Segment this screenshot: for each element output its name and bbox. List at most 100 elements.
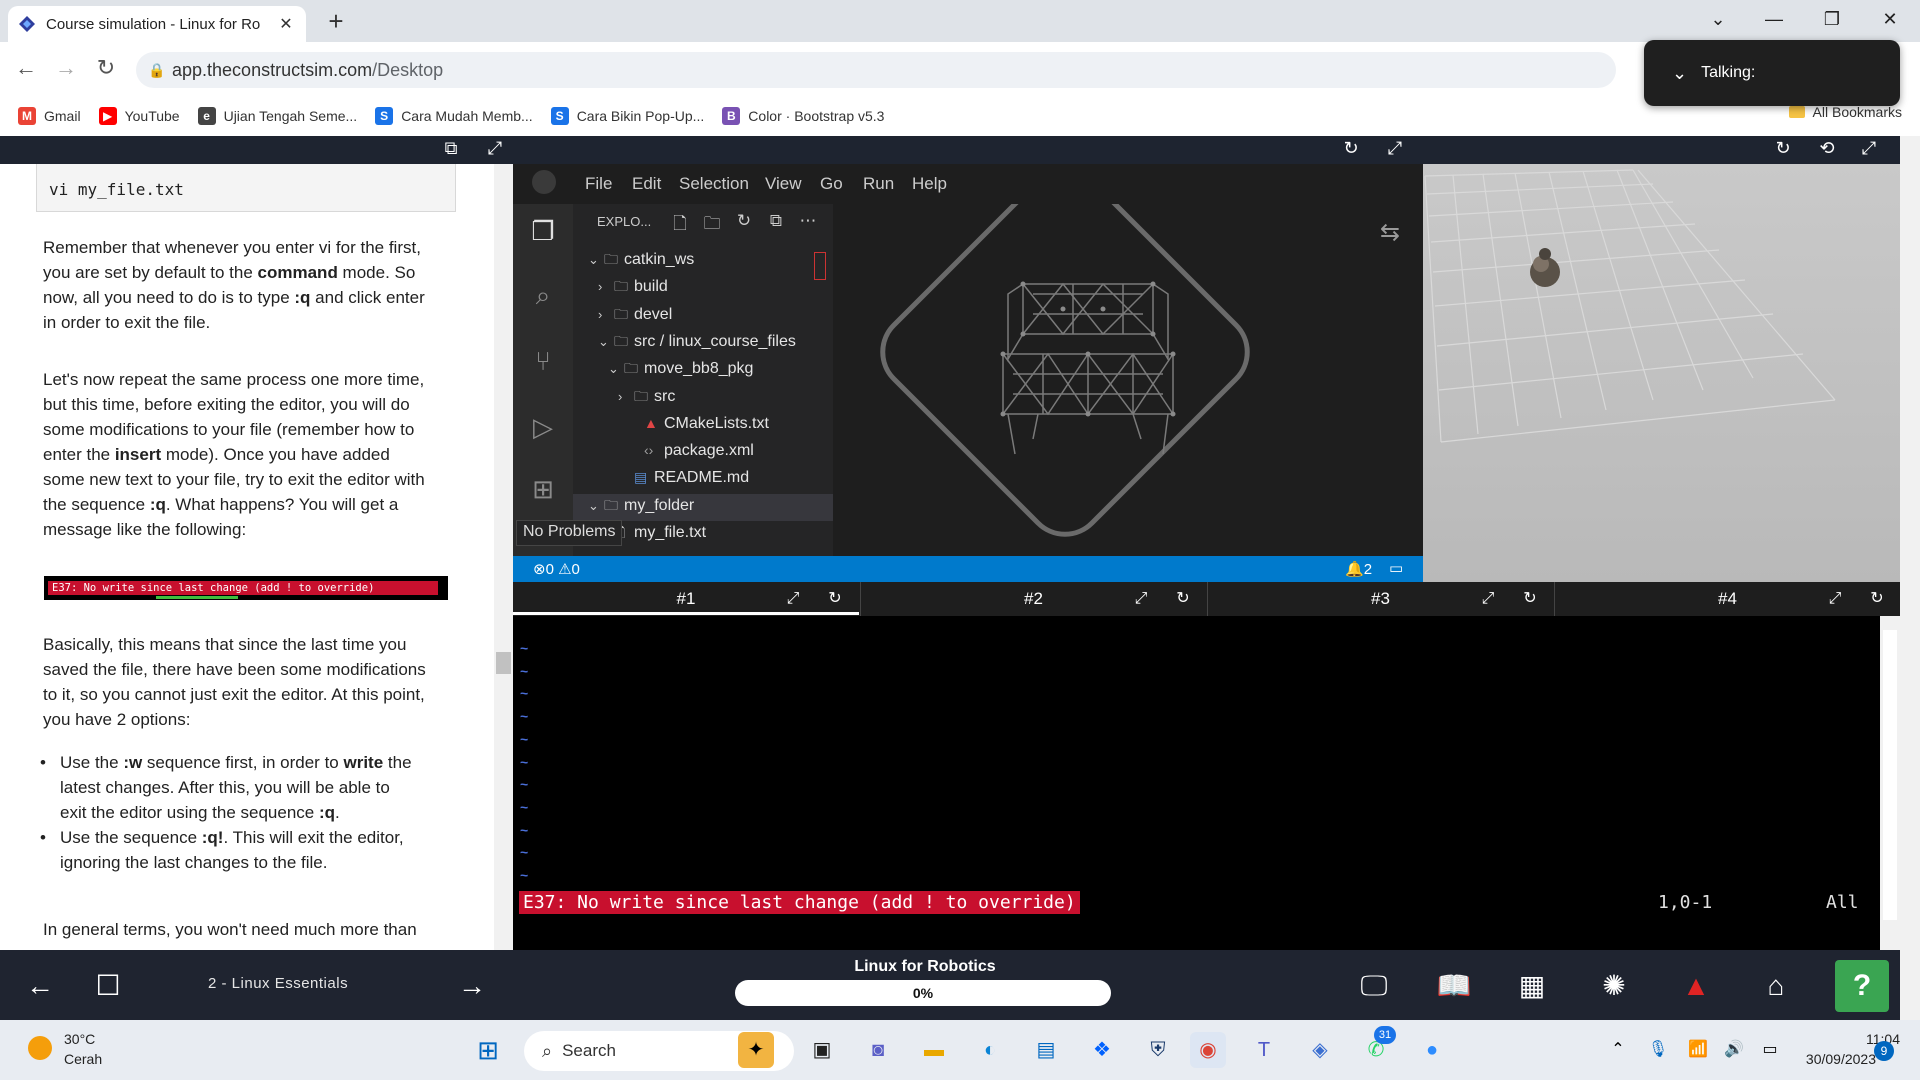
- expand-terminal-icon[interactable]: ⤢: [781, 582, 805, 616]
- notifications-status[interactable]: 🔔2: [1345, 560, 1372, 578]
- windows-start-icon[interactable]: ⊞: [470, 1032, 506, 1068]
- edge-icon[interactable]: ◐: [972, 1032, 1008, 1068]
- collapse-all-icon[interactable]: ⧉: [764, 211, 788, 231]
- help-button[interactable]: ?: [1835, 960, 1889, 1012]
- task-view-icon[interactable]: ▣: [804, 1032, 840, 1068]
- expand-icon[interactable]: ⤢: [482, 138, 508, 159]
- tree-item[interactable]: › 🗀 devel: [598, 301, 672, 328]
- search-icon[interactable]: ⌕: [524, 280, 562, 312]
- notification-badge[interactable]: 9: [1874, 1041, 1894, 1061]
- expand-terminal-icon[interactable]: ⤢: [1129, 582, 1153, 616]
- menu-view[interactable]: View: [765, 174, 802, 194]
- new-file-icon[interactable]: 🗋: [668, 211, 692, 240]
- tree-item[interactable]: › 🗀 src: [618, 383, 675, 410]
- teams-icon[interactable]: T: [1246, 1032, 1282, 1068]
- bookmark-item[interactable]: S Cara Mudah Memb...: [375, 107, 533, 125]
- tree-item[interactable]: ⌄ 🗀 my_folder: [588, 492, 694, 519]
- new-folder-icon[interactable]: 🗀: [700, 211, 724, 240]
- chrome-icon[interactable]: ◉: [1190, 1032, 1226, 1068]
- notebook-toggle-icon[interactable]: ☐: [88, 966, 128, 1006]
- forward-arrow-icon[interactable]: →: [48, 50, 84, 86]
- terminal-scrollbar[interactable]: [1880, 616, 1900, 950]
- menu-file[interactable]: File: [585, 174, 612, 194]
- tree-item[interactable]: ▤ README.md: [618, 464, 749, 491]
- notebook-scrollbar[interactable]: [494, 164, 513, 950]
- expand-terminal-icon[interactable]: ⤢: [1823, 582, 1847, 616]
- terminal-tab-3[interactable]: #3 ⤢ ↻: [1207, 582, 1553, 616]
- bookmark-item[interactable]: B Color · Bootstrap v5.3: [722, 107, 884, 125]
- expand-ide-icon[interactable]: ⤢: [1382, 138, 1408, 159]
- desktop-icon[interactable]: 🖵: [1354, 966, 1394, 1006]
- panel-layout-icon[interactable]: ▭: [1389, 559, 1403, 577]
- weather-description[interactable]: Cerah: [64, 1051, 102, 1067]
- file-explorer-icon[interactable]: ▬: [916, 1032, 952, 1068]
- more-actions-icon[interactable]: ⋯: [796, 211, 820, 231]
- reload-terminal-icon[interactable]: ↻: [1865, 582, 1889, 616]
- bookmark-item[interactable]: ▶ YouTube: [98, 107, 180, 125]
- tools-grid-icon[interactable]: ▦: [1512, 966, 1552, 1006]
- expand-sim-icon[interactable]: ⤢: [1856, 138, 1882, 159]
- tree-item[interactable]: ⌄ 🗀 catkin_ws: [588, 246, 694, 273]
- reload-ide-icon[interactable]: ↻: [1338, 138, 1364, 159]
- close-tab-icon[interactable]: ✕: [276, 14, 296, 34]
- minimize-button[interactable]: —: [1746, 0, 1802, 40]
- menu-run[interactable]: Run: [863, 174, 894, 194]
- volume-icon[interactable]: 🔊: [1716, 1032, 1752, 1068]
- bookmark-item[interactable]: M Gmail: [18, 107, 81, 125]
- explorer-icon[interactable]: ❐: [524, 216, 562, 247]
- microphone-icon[interactable]: 🎙: [1640, 1032, 1676, 1068]
- tree-item[interactable]: ⌄ 🗀 move_bb8_pkg: [608, 355, 753, 382]
- vpn-icon[interactable]: ⛨: [1140, 1032, 1176, 1068]
- expand-terminal-icon[interactable]: ⤢: [1476, 582, 1500, 616]
- dropbox-icon[interactable]: ❖: [1084, 1032, 1120, 1068]
- gazebo-simulation-view[interactable]: [1423, 164, 1920, 582]
- tree-item[interactable]: ‹› package.xml: [628, 437, 754, 464]
- ai-assistant-icon[interactable]: ✺: [1594, 966, 1634, 1006]
- notebook-book-icon[interactable]: 📖: [1434, 966, 1474, 1006]
- back-arrow-icon[interactable]: ←: [8, 50, 44, 86]
- address-bar[interactable]: 🔒 app.theconstructsim.com/Desktop: [136, 52, 1616, 88]
- app-icon[interactable]: ◈: [1302, 1032, 1338, 1068]
- run-debug-icon[interactable]: ▷: [524, 412, 562, 443]
- weather-sun-icon[interactable]: [28, 1036, 52, 1060]
- weather-temperature[interactable]: 30°C: [64, 1031, 95, 1047]
- extensions-icon[interactable]: ⊞: [524, 474, 562, 505]
- menu-go[interactable]: Go: [820, 174, 843, 194]
- bookmark-item[interactable]: S Cara Bikin Pop-Up...: [550, 107, 704, 125]
- source-control-icon[interactable]: ⑂: [524, 346, 562, 377]
- clock-date[interactable]: 30/09/2023: [1780, 1051, 1876, 1067]
- bookmark-item[interactable]: e Ujian Tengah Seme...: [197, 107, 357, 125]
- reload-icon[interactable]: ↻: [88, 50, 124, 86]
- problems-status[interactable]: ⊗0 ⚠0: [533, 560, 580, 578]
- layout-toggle-icon[interactable]: ⇆: [1380, 218, 1400, 247]
- refresh-explorer-icon[interactable]: ↻: [732, 211, 756, 231]
- next-arrow-icon[interactable]: →: [452, 966, 492, 1006]
- browser-tab[interactable]: Course simulation - Linux for Ro ✕: [8, 6, 306, 42]
- reload-terminal-icon[interactable]: ↻: [1171, 582, 1195, 616]
- menu-selection[interactable]: Selection: [679, 174, 749, 194]
- home-icon[interactable]: ⌂: [1756, 966, 1796, 1006]
- wifi-icon[interactable]: 📶: [1680, 1032, 1716, 1068]
- restore-button[interactable]: ❐: [1804, 0, 1860, 40]
- tray-overflow-icon[interactable]: ⌃: [1600, 1032, 1636, 1068]
- chapter-title[interactable]: 2 - Linux Essentials: [208, 975, 348, 992]
- all-bookmarks-button[interactable]: All Bookmarks: [1788, 104, 1902, 120]
- reload-terminal-icon[interactable]: ↻: [823, 582, 847, 616]
- menu-edit[interactable]: Edit: [632, 174, 661, 194]
- previous-arrow-icon[interactable]: ←: [20, 966, 60, 1006]
- detach-window-icon[interactable]: ⧉: [438, 138, 464, 159]
- chat-icon[interactable]: ◙: [860, 1032, 896, 1068]
- zoom-icon[interactable]: ●: [1414, 1032, 1450, 1068]
- terminal-tab-2[interactable]: #2 ⤢ ↻: [860, 582, 1206, 616]
- tab-search-chevron-icon[interactable]: ⌄: [1690, 0, 1746, 40]
- tree-item[interactable]: ⌄ 🗀 src / linux_course_files: [598, 328, 796, 355]
- reset-sim-icon[interactable]: ⟲: [1814, 138, 1840, 159]
- warning-icon[interactable]: ▲: [1676, 966, 1716, 1006]
- new-tab-button[interactable]: +: [318, 4, 354, 40]
- talking-popup[interactable]: ⌄ Talking:: [1644, 40, 1900, 106]
- tree-item[interactable]: ▲ CMakeLists.txt: [628, 410, 769, 437]
- terminal-tab-4[interactable]: #4 ⤢ ↻: [1554, 582, 1900, 616]
- terminal-tab-1[interactable]: #1 ⤢ ↻: [513, 582, 859, 616]
- store-icon[interactable]: ▤: [1028, 1032, 1064, 1068]
- reload-sim-icon[interactable]: ↻: [1770, 138, 1796, 159]
